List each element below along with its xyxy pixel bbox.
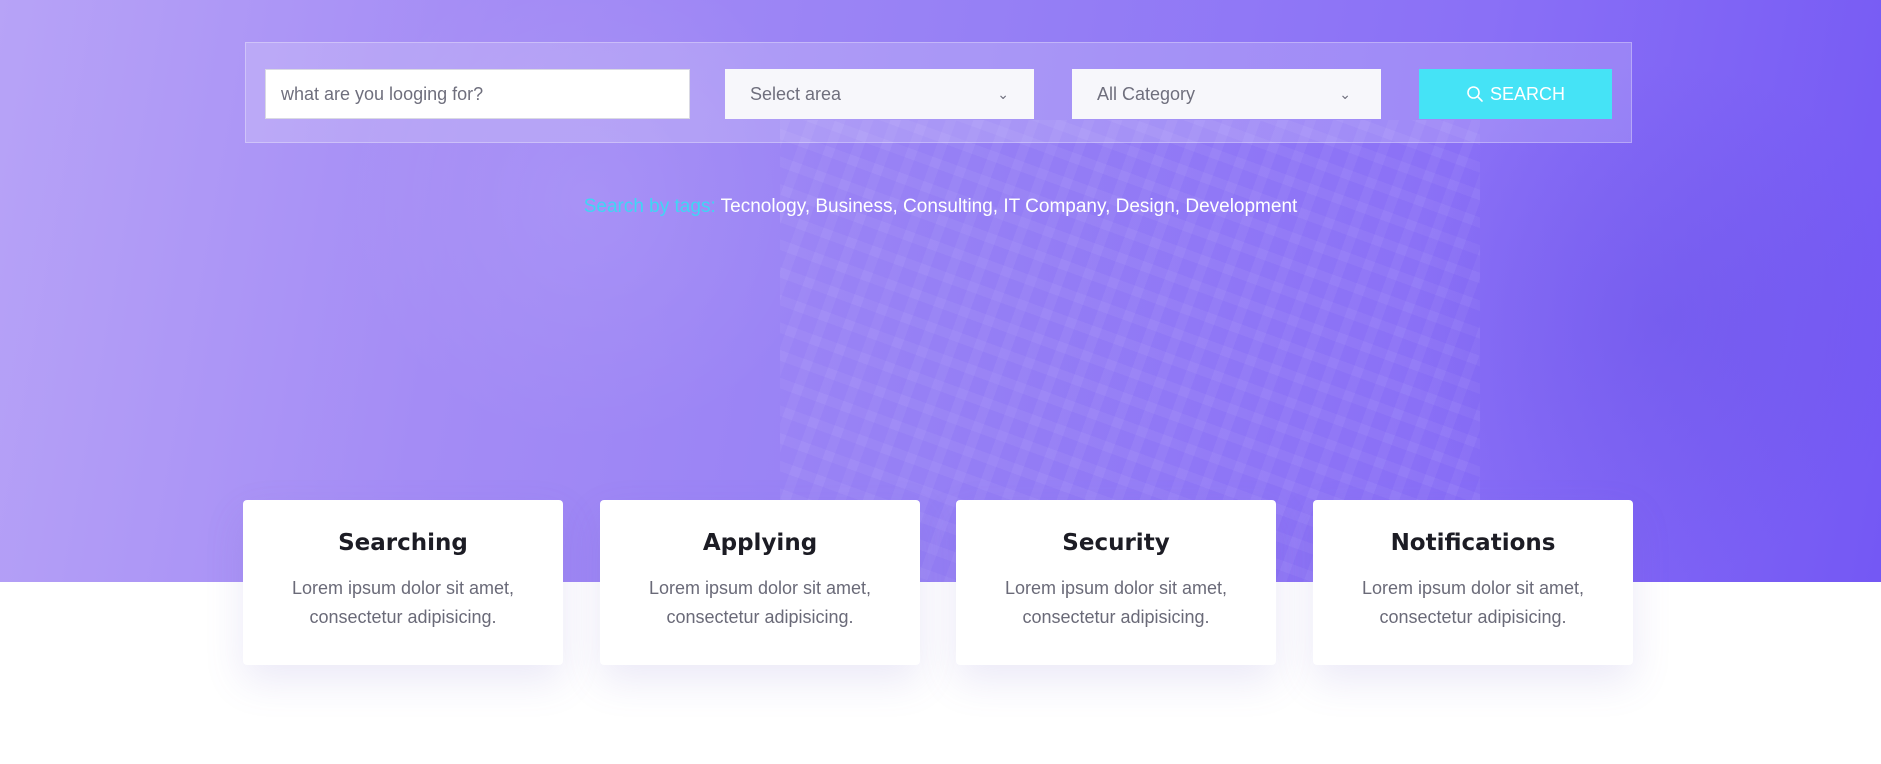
chevron-down-icon: ⌄ bbox=[997, 86, 1009, 102]
search-tags-list[interactable]: Tecnology, Business, Consulting, IT Comp… bbox=[721, 196, 1298, 217]
feature-card-text: Lorem ipsum dolor sit amet, consectetur … bbox=[1004, 578, 1228, 627]
area-select-value: Select area bbox=[750, 83, 842, 104]
feature-card-security: Security Lorem ipsum dolor sit amet, con… bbox=[956, 500, 1276, 665]
search-tags: Search by tags: Tecnology, Business, Con… bbox=[0, 196, 1881, 218]
feature-card-text: Lorem ipsum dolor sit amet, consectetur … bbox=[1361, 578, 1585, 627]
search-button[interactable]: SEARCH bbox=[1419, 69, 1612, 119]
feature-card-searching: Searching Lorem ipsum dolor sit amet, co… bbox=[243, 500, 563, 665]
chevron-down-icon: ⌄ bbox=[1339, 86, 1351, 102]
feature-card-title: Notifications bbox=[1390, 530, 1556, 556]
hero-section: Select area ⌄ All Category ⌄ SEARCH Sear… bbox=[0, 0, 1881, 582]
search-button-label: SEARCH bbox=[1489, 83, 1565, 104]
category-select-value: All Category bbox=[1097, 83, 1196, 104]
feature-cards: Searching Lorem ipsum dolor sit amet, co… bbox=[243, 500, 1633, 665]
feature-card-title: Applying bbox=[702, 530, 818, 556]
feature-card-title: Security bbox=[1062, 530, 1170, 556]
search-icon bbox=[1466, 85, 1484, 103]
feature-card-text: Lorem ipsum dolor sit amet, consectetur … bbox=[648, 578, 872, 627]
feature-card-title: Searching bbox=[338, 530, 468, 556]
area-select[interactable]: Select area ⌄ bbox=[725, 69, 1034, 119]
category-select[interactable]: All Category ⌄ bbox=[1072, 69, 1381, 119]
keyword-search-input[interactable] bbox=[265, 69, 690, 119]
feature-card-text: Lorem ipsum dolor sit amet, consectetur … bbox=[291, 578, 515, 627]
search-tags-label: Search by tags: bbox=[583, 196, 716, 217]
search-panel: Select area ⌄ All Category ⌄ SEARCH bbox=[245, 42, 1632, 143]
feature-card-applying: Applying Lorem ipsum dolor sit amet, con… bbox=[600, 500, 920, 665]
feature-card-notifications: Notifications Lorem ipsum dolor sit amet… bbox=[1313, 500, 1633, 665]
